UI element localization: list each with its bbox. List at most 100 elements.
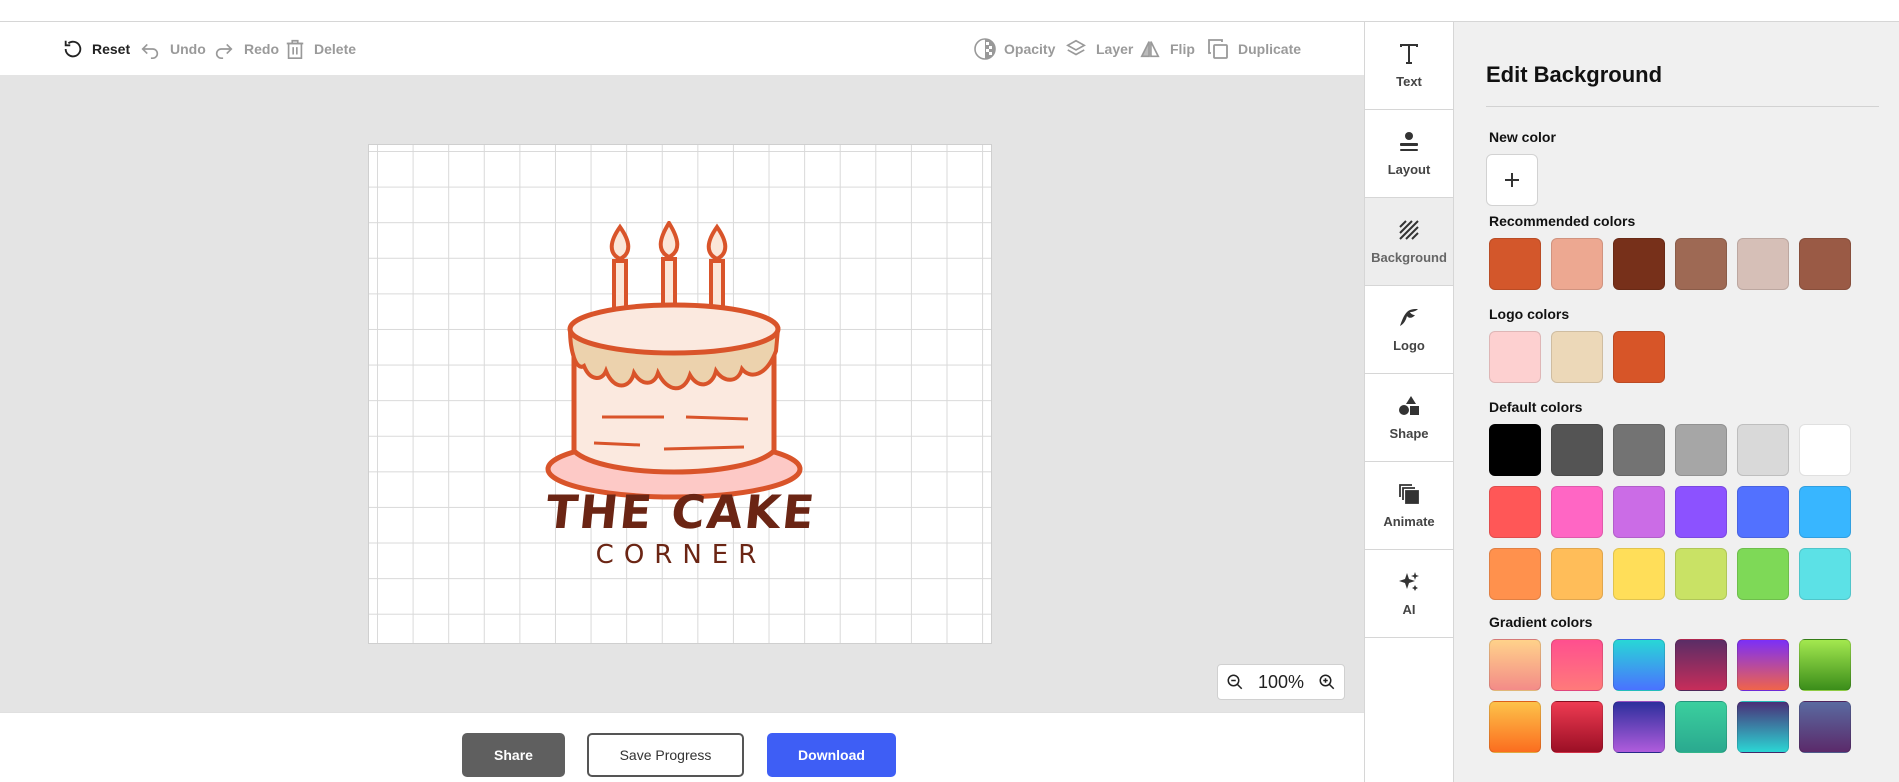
trash-icon (286, 39, 304, 59)
layer-button[interactable]: Layer (1064, 22, 1133, 76)
color-swatch[interactable] (1675, 424, 1727, 476)
color-swatch[interactable] (1613, 238, 1665, 290)
layer-icon (1066, 39, 1086, 56)
color-swatch[interactable] (1675, 486, 1727, 538)
color-swatch[interactable] (1489, 486, 1541, 538)
flip-label: Flip (1170, 41, 1195, 57)
panel-title: Edit Background (1486, 62, 1663, 87)
logo-title-text[interactable]: THE CAKE (366, 485, 996, 539)
zoom-out-icon[interactable] (1226, 673, 1244, 691)
canvas-workarea: THE CAKE CORNER 100% (0, 76, 1364, 712)
save-progress-button[interactable]: Save Progress (587, 733, 744, 777)
color-swatch[interactable] (1675, 639, 1727, 691)
color-swatch[interactable] (1799, 486, 1851, 538)
redo-icon (215, 43, 233, 59)
opacity-button[interactable]: Opacity (974, 22, 1055, 76)
flip-button[interactable]: Flip (1138, 22, 1195, 76)
color-swatch[interactable] (1489, 548, 1541, 600)
color-swatch[interactable] (1737, 548, 1789, 600)
rail-item-background[interactable]: Background (1365, 198, 1453, 286)
add-color-button[interactable] (1486, 154, 1538, 206)
color-swatch[interactable] (1489, 331, 1541, 383)
color-swatch[interactable] (1675, 548, 1727, 600)
rail-item-logo[interactable]: Logo (1365, 286, 1453, 374)
color-swatch[interactable] (1675, 238, 1727, 290)
panel-divider (1486, 106, 1879, 107)
cake-logo-graphic[interactable] (544, 221, 824, 511)
zoom-control: 100% (1217, 664, 1345, 700)
logo-colors-label: Logo colors (1489, 306, 1570, 322)
color-swatch[interactable] (1799, 238, 1851, 290)
design-canvas[interactable]: THE CAKE CORNER (368, 144, 992, 644)
duplicate-label: Duplicate (1238, 41, 1302, 57)
reset-button[interactable]: Reset (62, 22, 130, 76)
color-swatch[interactable] (1737, 486, 1789, 538)
color-swatch[interactable] (1551, 238, 1603, 290)
reset-label: Reset (92, 41, 131, 57)
rail-item-shape[interactable]: Shape (1365, 374, 1453, 462)
text-icon (1400, 44, 1418, 64)
color-swatch[interactable] (1551, 548, 1603, 600)
download-button[interactable]: Download (767, 733, 896, 777)
share-button[interactable]: Share (462, 733, 565, 777)
editor-area: Reset Undo Redo Delete Opacity Layer Fli… (0, 22, 1364, 782)
gradient-colors-row (1489, 639, 1851, 691)
color-swatch[interactable] (1613, 331, 1665, 383)
rail-item-label: Shape (1389, 426, 1429, 441)
logo-colors (1489, 331, 1665, 383)
undo-button[interactable]: Undo (138, 22, 206, 76)
flip-icon (1140, 41, 1160, 58)
color-swatch[interactable] (1613, 424, 1665, 476)
ai-sparkle-icon (1399, 572, 1419, 591)
window-top-bar (0, 0, 1899, 22)
color-swatch[interactable] (1551, 701, 1603, 753)
logo-subtitle-text[interactable]: CORNER (369, 540, 993, 570)
color-swatch[interactable] (1551, 639, 1603, 691)
background-icon (1399, 220, 1419, 240)
undo-icon (141, 43, 159, 59)
rail-item-ai[interactable]: AI (1365, 550, 1453, 638)
color-swatch[interactable] (1551, 331, 1603, 383)
color-swatch[interactable] (1737, 424, 1789, 476)
color-swatch[interactable] (1613, 639, 1665, 691)
rail-item-label: Background (1371, 250, 1447, 265)
shape-icon (1399, 396, 1419, 415)
zoom-in-icon[interactable] (1318, 673, 1336, 691)
color-swatch[interactable] (1613, 486, 1665, 538)
delete-button[interactable]: Delete (284, 22, 356, 76)
color-swatch[interactable] (1489, 424, 1541, 476)
default-colors-row (1489, 548, 1851, 600)
color-swatch[interactable] (1551, 424, 1603, 476)
color-swatch[interactable] (1613, 701, 1665, 753)
color-swatch[interactable] (1737, 639, 1789, 691)
rail-item-label: Animate (1383, 514, 1435, 529)
rail-item-label: Text (1396, 74, 1422, 89)
color-swatch[interactable] (1489, 238, 1541, 290)
plus-icon (1505, 173, 1519, 187)
color-swatch[interactable] (1675, 701, 1727, 753)
color-swatch[interactable] (1799, 639, 1851, 691)
color-swatch[interactable] (1799, 424, 1851, 476)
redo-button[interactable]: Redo (212, 22, 279, 76)
color-swatch[interactable] (1799, 548, 1851, 600)
duplicate-button[interactable]: Duplicate (1206, 22, 1301, 76)
gradient-colors-row (1489, 701, 1851, 753)
rail-item-label: Logo (1393, 338, 1425, 353)
layer-label: Layer (1096, 41, 1134, 57)
color-swatch[interactable] (1737, 701, 1789, 753)
rail-item-animate[interactable]: Animate (1365, 462, 1453, 550)
rail-item-text[interactable]: Text (1365, 22, 1453, 110)
delete-label: Delete (314, 41, 357, 57)
color-swatch[interactable] (1799, 701, 1851, 753)
color-swatch[interactable] (1489, 701, 1541, 753)
color-swatch[interactable] (1551, 486, 1603, 538)
animate-icon (1399, 484, 1419, 504)
color-swatch[interactable] (1613, 548, 1665, 600)
duplicate-icon (1208, 39, 1228, 59)
new-color-label: New color (1489, 129, 1556, 145)
edit-background-panel: Edit Background New color Recommended co… (1454, 22, 1899, 782)
rail-item-layout[interactable]: Layout (1365, 110, 1453, 198)
bottom-action-bar: Share Save Progress Download (0, 712, 1364, 782)
color-swatch[interactable] (1737, 238, 1789, 290)
color-swatch[interactable] (1489, 639, 1541, 691)
